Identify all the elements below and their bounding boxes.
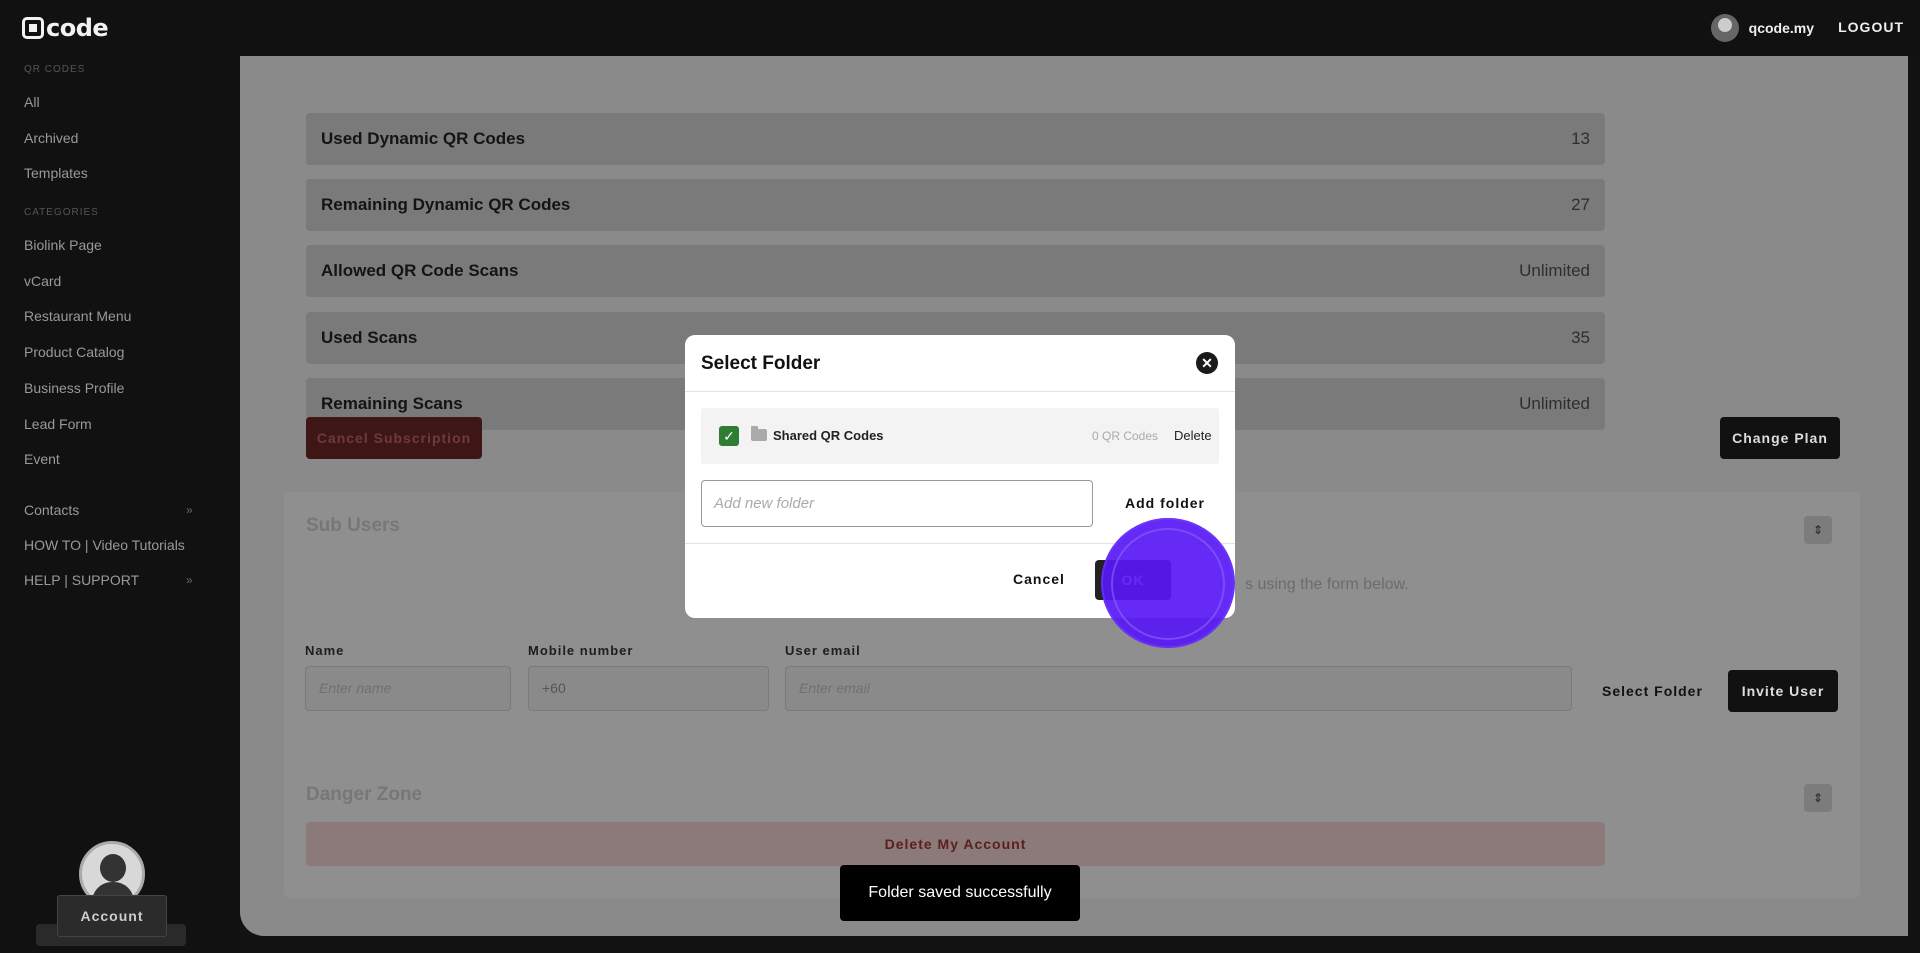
plan-row: Remaining Dynamic QR Codes 27 bbox=[306, 179, 1605, 231]
change-plan-button[interactable]: Change Plan bbox=[1720, 417, 1840, 459]
sidebar-item-archived[interactable]: Archived bbox=[24, 130, 78, 146]
modal-divider bbox=[685, 543, 1235, 544]
close-icon[interactable]: ✕ bbox=[1196, 352, 1218, 374]
chevron-right-icon: » bbox=[186, 573, 193, 587]
plan-row: Allowed QR Code Scans Unlimited bbox=[306, 245, 1605, 297]
app-logo-text: code bbox=[46, 14, 109, 42]
sidebar: QR CODES All Archived Templates CATEGORI… bbox=[0, 56, 240, 953]
toast-notification: Folder saved successfully bbox=[840, 865, 1080, 921]
folder-name: Shared QR Codes bbox=[773, 428, 884, 443]
plan-row-value: Unlimited bbox=[1519, 394, 1590, 413]
qr-logo-icon bbox=[22, 17, 44, 39]
chevron-right-icon: » bbox=[186, 503, 193, 517]
plan-row-value: 13 bbox=[1571, 129, 1590, 148]
mobile-input[interactable]: +60 bbox=[528, 666, 769, 711]
plan-row-label: Used Dynamic QR Codes bbox=[321, 129, 526, 148]
modal-divider bbox=[685, 391, 1235, 392]
account-button[interactable]: Account bbox=[57, 895, 167, 937]
sidebar-item-video-tutorials[interactable]: HOW TO | Video Tutorials bbox=[24, 537, 185, 553]
sidebar-item-help-support[interactable]: HELP | SUPPORT bbox=[24, 572, 139, 588]
modal-cancel-button[interactable]: Cancel bbox=[1013, 571, 1065, 587]
top-user-name: qcode.my bbox=[1748, 20, 1814, 36]
delete-account-button[interactable]: Delete My Account bbox=[306, 822, 1605, 866]
app-logo[interactable]: code bbox=[22, 14, 109, 42]
name-label: Name bbox=[305, 643, 345, 658]
user-avatar-icon bbox=[1710, 14, 1739, 42]
email-input[interactable]: Enter email bbox=[785, 666, 1572, 711]
select-folder-button[interactable]: Select Folder bbox=[1602, 683, 1703, 699]
folder-qr-count: 0 QR Codes bbox=[1092, 429, 1159, 443]
sidebar-item-lead-form[interactable]: Lead Form bbox=[24, 416, 92, 432]
folder-checkbox[interactable]: ✓ bbox=[719, 426, 739, 446]
top-bar: code qcode.my LOGOUT bbox=[0, 0, 1920, 56]
folder-delete-link[interactable]: Delete bbox=[1174, 428, 1212, 443]
sidebar-item-event[interactable]: Event bbox=[24, 451, 60, 467]
plan-row: Used Dynamic QR Codes 13 bbox=[306, 113, 1605, 165]
select-folder-modal: Select Folder ✕ ✓ Shared QR Codes 0 QR C… bbox=[685, 335, 1235, 618]
collapse-toggle-icon[interactable]: ⇕ bbox=[1804, 516, 1832, 544]
mobile-label: Mobile number bbox=[528, 643, 634, 658]
plan-row-value: 27 bbox=[1571, 195, 1590, 214]
sidebar-item-templates[interactable]: Templates bbox=[24, 165, 88, 181]
danger-zone-title: Danger Zone bbox=[306, 784, 423, 805]
plan-row-label: Used Scans bbox=[321, 328, 418, 347]
plan-row-value: 35 bbox=[1571, 328, 1590, 347]
sub-users-description: s using the form below. bbox=[1245, 576, 1409, 593]
sidebar-item-restaurant-menu[interactable]: Restaurant Menu bbox=[24, 308, 131, 324]
name-input[interactable]: Enter name bbox=[305, 666, 511, 711]
plan-row-label: Remaining Scans bbox=[321, 394, 463, 413]
add-folder-input[interactable]: Add new folder bbox=[701, 480, 1093, 527]
sidebar-heading-categories: CATEGORIES bbox=[24, 207, 99, 218]
avatar-head-shape bbox=[100, 854, 126, 882]
folder-icon bbox=[751, 426, 767, 441]
plan-row-label: Allowed QR Code Scans bbox=[321, 261, 519, 280]
sidebar-item-biolink-page[interactable]: Biolink Page bbox=[24, 237, 102, 253]
logout-link[interactable]: LOGOUT bbox=[1838, 19, 1904, 35]
top-user-menu[interactable]: qcode.my bbox=[1710, 14, 1814, 42]
modal-title: Select Folder bbox=[701, 353, 821, 374]
invite-user-button[interactable]: Invite User bbox=[1728, 670, 1838, 712]
sidebar-item-vcard[interactable]: vCard bbox=[24, 273, 61, 289]
modal-ok-button[interactable]: OK bbox=[1095, 560, 1171, 600]
sub-users-title: Sub Users bbox=[306, 515, 400, 536]
cancel-subscription-button[interactable]: Cancel Subscription bbox=[306, 417, 482, 459]
plan-row-label: Remaining Dynamic QR Codes bbox=[321, 195, 571, 214]
sidebar-item-contacts[interactable]: Contacts bbox=[24, 502, 79, 518]
folder-list-item[interactable]: ✓ Shared QR Codes 0 QR Codes Delete bbox=[701, 408, 1219, 464]
email-label: User email bbox=[785, 643, 861, 658]
plan-row-value: Unlimited bbox=[1519, 261, 1590, 280]
sidebar-item-all[interactable]: All bbox=[24, 94, 40, 110]
sidebar-item-product-catalog[interactable]: Product Catalog bbox=[24, 344, 124, 360]
sidebar-heading-qr-codes: QR CODES bbox=[24, 64, 86, 75]
add-folder-button[interactable]: Add folder bbox=[1125, 495, 1205, 511]
collapse-toggle-icon[interactable]: ⇕ bbox=[1804, 784, 1832, 812]
sidebar-item-business-profile[interactable]: Business Profile bbox=[24, 380, 124, 396]
